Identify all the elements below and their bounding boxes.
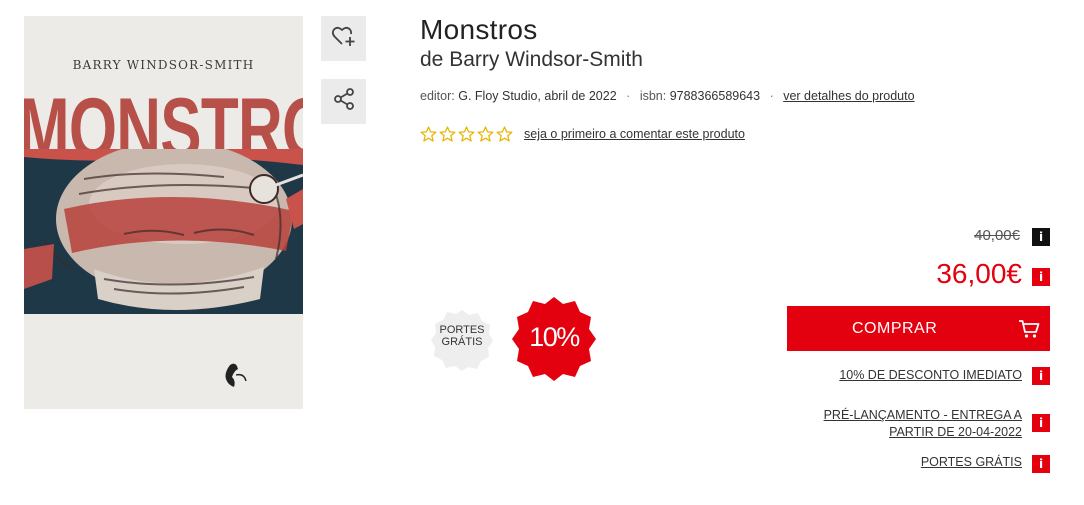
info-icon[interactable]: i: [1032, 414, 1050, 432]
share-icon: [332, 87, 356, 116]
info-icon[interactable]: i: [1032, 367, 1050, 385]
rating-row: seja o primeiro a comentar este produto: [420, 126, 745, 142]
product-meta: editor: G. Floy Studio, abril de 2022 · …: [420, 89, 915, 103]
separator-dot: ·: [626, 89, 631, 103]
info-icon[interactable]: i: [1032, 455, 1050, 473]
current-price: 36,00€: [936, 258, 1022, 289]
free-shipping-link[interactable]: PORTES GRÁTIS: [921, 454, 1022, 471]
info-icon[interactable]: i: [1032, 268, 1050, 286]
isbn-value: 9788366589643: [669, 89, 761, 103]
cover-artwork: [24, 149, 303, 314]
star-icon[interactable]: [439, 126, 456, 142]
star-icon[interactable]: [477, 126, 494, 142]
prelaunch-link[interactable]: PRÉ-LANÇAMENTO - ENTREGA A PARTIR DE 20-…: [822, 407, 1022, 441]
cart-icon: [1018, 319, 1040, 344]
publisher-logo: [222, 361, 248, 396]
star-rating[interactable]: [420, 126, 513, 142]
discount-info-link[interactable]: 10% DE DESCONTO IMEDIATO: [839, 367, 1022, 384]
book-cover[interactable]: BARRY WINDSOR-SMITH MONSTROS: [24, 16, 303, 409]
buy-button-label: COMPRAR: [852, 320, 938, 337]
share-button[interactable]: [321, 79, 366, 124]
discount-badge-text: 10%: [529, 322, 580, 352]
editor-value[interactable]: G. Floy Studio, abril de 2022: [458, 89, 616, 103]
star-icon[interactable]: [420, 126, 437, 142]
free-shipping-badge: PORTES GRÁTIS: [430, 308, 494, 372]
editor-label: editor:: [420, 89, 455, 103]
wishlist-button[interactable]: [321, 16, 366, 61]
separator-dot: ·: [769, 89, 774, 103]
heart-plus-icon: [331, 24, 357, 53]
discount-badge: 10%: [510, 295, 598, 383]
product-author[interactable]: de Barry Windsor-Smith: [420, 48, 643, 72]
info-icon[interactable]: i: [1032, 228, 1050, 246]
product-details-link[interactable]: ver detalhes do produto: [783, 89, 914, 103]
free-shipping-badge-text: PORTES GRÁTIS: [439, 324, 485, 348]
old-price: 40,00€: [974, 227, 1020, 244]
product-title: Monstros: [420, 14, 538, 45]
first-comment-link[interactable]: seja o primeiro a comentar este produto: [524, 127, 745, 141]
star-icon[interactable]: [496, 126, 513, 142]
cover-author: BARRY WINDSOR-SMITH: [72, 58, 255, 72]
star-icon[interactable]: [458, 126, 475, 142]
buy-button[interactable]: COMPRAR: [787, 306, 1050, 351]
isbn-label: isbn:: [639, 89, 667, 103]
